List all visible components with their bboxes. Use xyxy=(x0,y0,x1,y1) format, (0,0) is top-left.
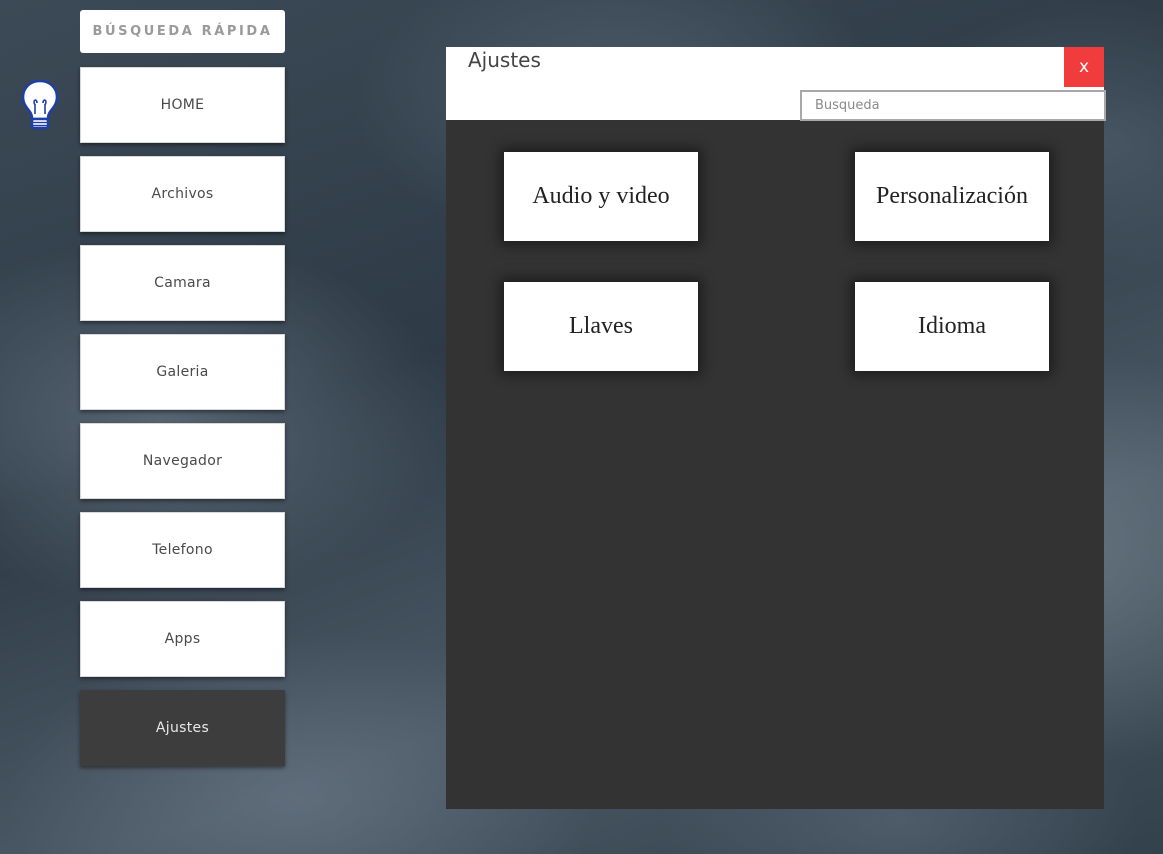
close-button[interactable]: x xyxy=(1064,47,1104,87)
sidebar-item-apps[interactable]: Apps xyxy=(80,601,285,677)
sidebar-item-home[interactable]: HOME xyxy=(80,67,285,143)
sidebar-item-ajustes[interactable]: Ajustes xyxy=(80,690,285,766)
sidebar-item-navegador[interactable]: Navegador xyxy=(80,423,285,499)
lightbulb-icon[interactable] xyxy=(20,78,60,132)
sidebar-item-telefono[interactable]: Telefono xyxy=(80,512,285,588)
panel-title: Ajustes xyxy=(468,48,541,72)
search-input[interactable] xyxy=(800,90,1106,121)
sidebar-item-galeria[interactable]: Galeria xyxy=(80,334,285,410)
settings-panel-header: Ajustes x xyxy=(446,47,1106,121)
sidebar-item-camara[interactable]: Camara xyxy=(80,245,285,321)
tile-idioma[interactable]: Idioma xyxy=(855,282,1049,371)
settings-panel: Ajustes x Audio y video Personalización … xyxy=(446,47,1106,809)
tile-llaves[interactable]: Llaves xyxy=(504,282,698,371)
quick-search-button[interactable]: BÚSQUEDA RÁPIDA xyxy=(80,10,285,53)
tile-personalizacion[interactable]: Personalización xyxy=(855,152,1049,241)
sidebar-item-archivos[interactable]: Archivos xyxy=(80,156,285,232)
tile-audio-y-video[interactable]: Audio y video xyxy=(504,152,698,241)
